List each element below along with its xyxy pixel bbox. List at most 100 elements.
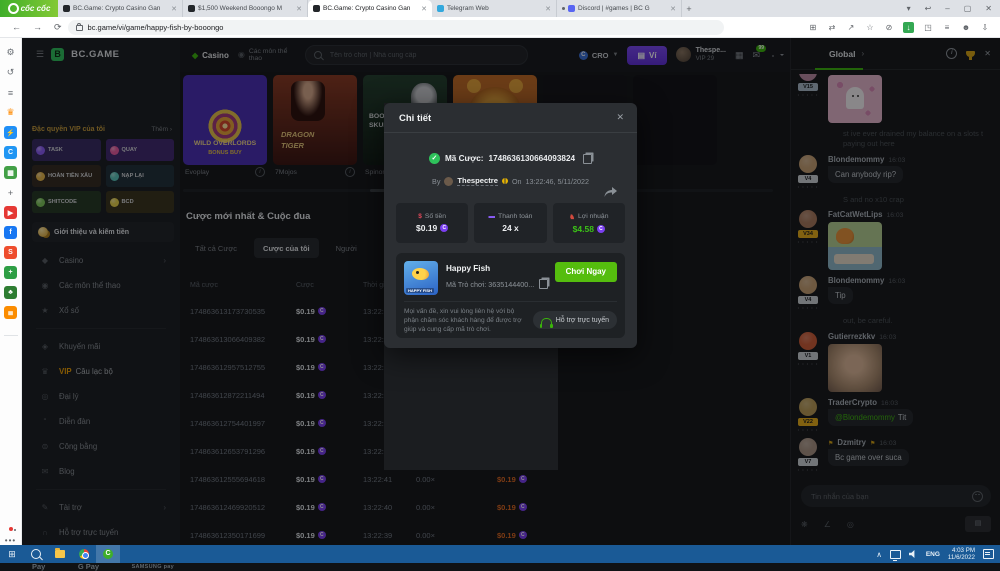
window-minimize-button[interactable]: –	[945, 4, 949, 13]
add-shortcut-icon[interactable]: +	[4, 186, 17, 199]
live-support-button[interactable]: Hỗ trợ trực tuyến	[533, 311, 617, 329]
coccoc-logo[interactable]: cốc cốc	[0, 0, 58, 17]
taskbar-search-icon[interactable]	[24, 545, 48, 563]
bet-id-value: 1748636130664093824	[489, 154, 576, 163]
verified-check-icon: ✓	[429, 153, 440, 164]
windows-taskbar: ⊞ C ∧ ENG 4:03 PM 11/6/2022	[0, 545, 1000, 563]
game-thumbnail[interactable]: HAPPY FISH	[404, 261, 438, 295]
window-maximize-button[interactable]: ▢	[964, 4, 972, 13]
tab-close-icon[interactable]: ✕	[545, 5, 551, 13]
samsung-pay-logo: SAMSUNG pay	[132, 564, 174, 570]
copy-icon[interactable]	[583, 154, 592, 164]
share-icon[interactable]: ↗	[846, 23, 856, 32]
stat-label: Lợi nhuận	[578, 213, 609, 220]
coccoc-taskbar-icon[interactable]: C	[96, 545, 120, 563]
forward-icon[interactable]: →	[33, 22, 42, 32]
gift-icon[interactable]: +	[4, 266, 17, 279]
url-text: bc.game/vi/game/happy-fish-by-booongo	[88, 23, 224, 32]
rail-more-icon[interactable]: •••	[5, 536, 16, 545]
file-explorer-icon[interactable]	[48, 545, 72, 563]
youtube-icon[interactable]: ▶	[4, 206, 17, 219]
tab-restore-icon[interactable]: ↩	[925, 4, 932, 13]
games-hub-icon[interactable]: ▦	[4, 166, 17, 179]
on-label: On	[512, 177, 522, 186]
stat-label: Thanh toán	[498, 213, 532, 220]
back-icon[interactable]: ←	[12, 22, 21, 32]
tab-close-icon[interactable]: ✕	[171, 5, 177, 13]
gamebox-divider	[404, 301, 617, 302]
copy-icon[interactable]	[539, 279, 548, 289]
browser-tab[interactable]: Discord | #games | BC G ✕	[557, 0, 682, 17]
coccoc-ring-icon	[8, 3, 19, 14]
extensions-icon[interactable]: ◳	[923, 23, 933, 32]
modal-close-icon[interactable]: ✕	[616, 112, 624, 123]
history-icon[interactable]: ↺	[4, 66, 17, 79]
start-button[interactable]: ⊞	[0, 545, 24, 563]
cart-icon[interactable]: ≣	[4, 306, 17, 319]
coin-icon	[440, 224, 448, 232]
crown-rewards-icon[interactable]: ♛	[4, 106, 17, 119]
taskbar-clock[interactable]: 4:03 PM 11/6/2022	[948, 547, 975, 561]
window-close-button[interactable]: ✕	[985, 4, 992, 13]
tray-expand-icon[interactable]: ∧	[876, 550, 882, 559]
speaker-icon[interactable]	[909, 550, 918, 558]
stat-box: ♞ Lợi nhuận $4.58	[553, 203, 625, 243]
bookmark-star-icon[interactable]: ☆	[865, 23, 875, 32]
game-info-box: HAPPY FISH Happy Fish Mã Trò chơi: 36351…	[396, 253, 625, 338]
clock-time: 4:03 PM	[952, 547, 975, 554]
adblock-icon[interactable]: ⊘	[884, 23, 894, 32]
shopee-icon[interactable]: S	[4, 246, 17, 259]
mini-avatar	[444, 177, 453, 186]
browser-tab[interactable]: Telegram Web ✕	[432, 0, 557, 17]
facebook-icon[interactable]: f	[4, 226, 17, 239]
browser-side-rail: ⚙ ↺ ≡ ♛ ⚡ C ▦ + ▶ f S + ♣ ≣ •••	[0, 38, 22, 545]
tab-title: BC.Game: Crypto Casino Gan	[73, 5, 168, 12]
tab-close-icon[interactable]: ✕	[296, 5, 302, 13]
chrome-icon[interactable]	[72, 545, 96, 563]
browser-tab[interactable]: $1,500 Weekend Booongo M ✕	[183, 0, 308, 17]
tab-close-icon[interactable]: ✕	[421, 5, 427, 13]
game-id-value: 3635144400...	[488, 280, 534, 289]
game-name: Happy Fish	[446, 264, 490, 273]
reading-list-icon[interactable]: ≡	[942, 23, 952, 32]
newsfeed-icon[interactable]: ≡	[4, 86, 17, 99]
tab-favicon	[568, 5, 575, 12]
stat-value: $0.19	[416, 223, 437, 233]
action-center-icon[interactable]	[983, 549, 994, 559]
share-icon[interactable]	[604, 185, 617, 203]
play-now-button[interactable]: Chơi Ngay	[555, 262, 617, 282]
bet-datetime: 13:22:46, 5/11/2022	[526, 177, 589, 186]
bettor-username[interactable]: Thespectre	[457, 176, 498, 186]
tab-search-icon[interactable]: ▾	[907, 4, 911, 13]
translate-icon[interactable]: ⇄	[827, 23, 837, 32]
language-indicator[interactable]: ENG	[926, 551, 940, 558]
google-pay-logo: G Pay	[78, 562, 99, 571]
settings-icon[interactable]: ⚙	[4, 46, 17, 59]
browser-tab-bar: cốc cốc BC.Game: Crypto Casino Gan ✕ $1,…	[0, 0, 1000, 17]
profile-avatar-icon[interactable]: ☻	[961, 23, 971, 32]
tab-title: Discord | #games | BC G	[578, 5, 667, 12]
network-icon[interactable]	[890, 550, 901, 559]
clock-date: 11/6/2022	[948, 554, 975, 561]
stat-box: ▬ Thanh toán 24 x	[474, 203, 546, 243]
browser-tab[interactable]: BC.Game: Crypto Casino Gan ✕	[58, 0, 183, 17]
tab-favicon	[188, 5, 195, 12]
stat-icon: $	[418, 213, 422, 220]
address-bar[interactable]: bc.game/vi/game/happy-fish-by-booongo	[68, 20, 724, 35]
coccoc-download-icon[interactable]: ↓	[903, 22, 914, 33]
lock-icon	[76, 25, 83, 31]
downloads-icon[interactable]: ⇩	[980, 23, 990, 32]
stat-icon: ♞	[569, 213, 575, 221]
new-tab-button[interactable]: +	[682, 0, 696, 17]
tab-close-icon[interactable]: ✕	[670, 5, 676, 13]
save-page-icon[interactable]: ⊞	[808, 23, 818, 32]
support-note: Mọi vấn đề, xin vui lòng liên hệ với bộ …	[404, 307, 524, 334]
apple-pay-logo: Pay	[32, 562, 45, 571]
messenger-icon[interactable]: ⚡	[4, 126, 17, 139]
coccoc-app-icon[interactable]: C	[4, 146, 17, 159]
tree-icon[interactable]: ♣	[4, 286, 17, 299]
tab-favicon	[313, 5, 320, 12]
browser-tab[interactable]: BC.Game: Crypto Casino Gan ✕	[308, 0, 432, 17]
reload-icon[interactable]: ⟳	[54, 22, 62, 33]
stat-value: $4.58	[573, 224, 594, 234]
